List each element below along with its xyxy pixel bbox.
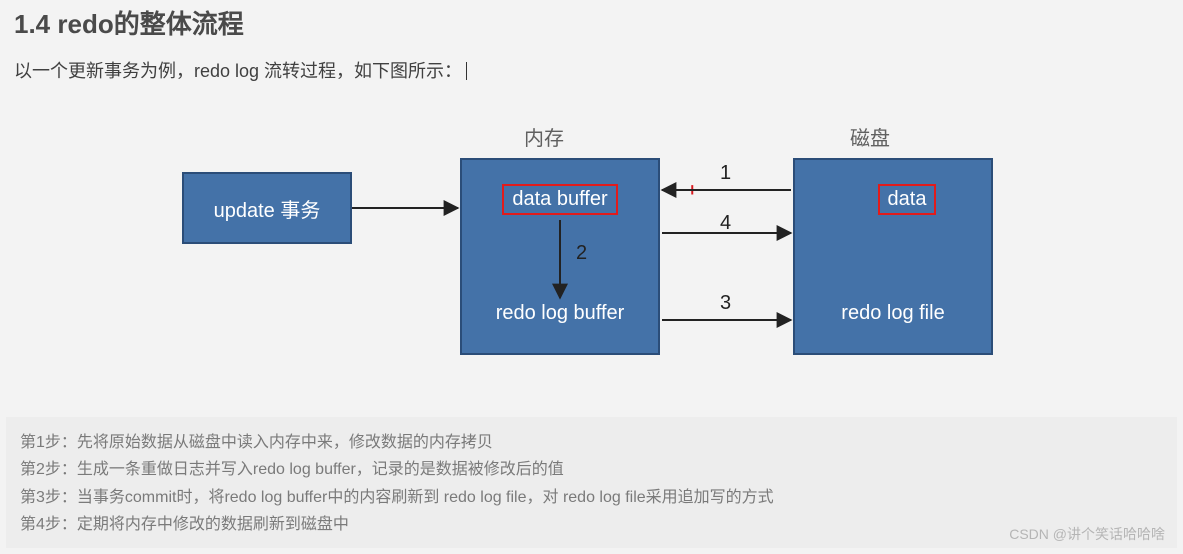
box-redo-log-file: redo log file — [833, 300, 952, 327]
intro-text: 以一个更新事务为例，redo log 流转过程，如下图所示： — [14, 57, 1169, 83]
label-memory: 内存 — [524, 122, 564, 151]
box-update-label: update 事务 — [214, 194, 321, 223]
step-2: 第2步：生成一条重做日志并写入redo log buffer，记录的是数据被修改… — [20, 456, 1163, 483]
step-4: 第4步：定期将内存中修改的数据刷新到磁盘中 — [20, 511, 1163, 538]
label-disk: 磁盘 — [850, 122, 890, 151]
box-data: data — [878, 184, 937, 215]
section-heading: 1.4 redo的整体流程 — [0, 0, 1183, 49]
box-memory-group: data buffer redo log buffer — [460, 158, 660, 355]
watermark: CSDN @讲个笑话哈哈啥 — [1009, 524, 1165, 544]
text-cursor — [466, 62, 467, 80]
red-plus-annotation: + — [687, 180, 698, 201]
intro-main: 以一个更新事务为例，redo log 流转过程，如下图所示： — [14, 61, 462, 81]
box-data-buffer: data buffer — [502, 184, 617, 215]
diagram-area: 内存 磁盘 update 事务 data buffer redo log buf… — [0, 120, 1183, 380]
box-redo-log-buffer: redo log buffer — [488, 300, 633, 327]
arrow-label-4: 4 — [720, 212, 731, 235]
arrow-label-2: 2 — [576, 242, 587, 265]
step-3: 第3步：当事务commit时，将redo log buffer中的内容刷新到 r… — [20, 484, 1163, 511]
box-disk-group: data redo log file — [793, 158, 993, 355]
arrow-label-3: 3 — [720, 292, 731, 315]
steps-panel: 第1步：先将原始数据从磁盘中读入内存中来，修改数据的内存拷贝 第2步：生成一条重… — [6, 417, 1177, 548]
arrow-label-1: 1 — [720, 162, 731, 185]
step-1: 第1步：先将原始数据从磁盘中读入内存中来，修改数据的内存拷贝 — [20, 429, 1163, 456]
box-update: update 事务 — [182, 172, 352, 244]
